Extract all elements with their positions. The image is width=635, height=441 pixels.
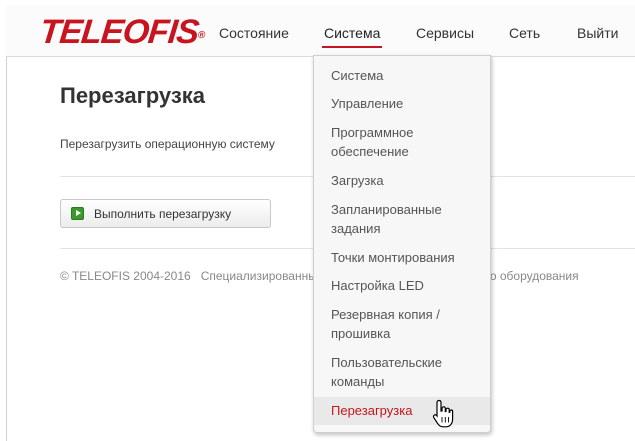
nav-status[interactable]: Состояние bbox=[219, 24, 289, 42]
nav-network[interactable]: Сеть bbox=[509, 24, 540, 42]
reboot-button-label: Выполнить перезагрузку bbox=[94, 206, 232, 221]
menu-item-management[interactable]: Управление bbox=[314, 94, 490, 113]
nav-services[interactable]: Сервисы bbox=[416, 24, 474, 42]
top-header: TELEOFIS® bbox=[6, 5, 635, 57]
menu-item-led-settings[interactable]: Настройка LED bbox=[314, 276, 490, 295]
hand-pointer-icon bbox=[432, 399, 454, 428]
registered-mark: ® bbox=[197, 30, 205, 41]
menu-item-scheduled-tasks[interactable]: Запланированные задания bbox=[314, 200, 490, 238]
menu-item-custom-commands[interactable]: Пользовательские команды bbox=[314, 353, 490, 391]
play-icon bbox=[71, 207, 84, 220]
menu-item-software[interactable]: Программное обеспечение bbox=[314, 123, 490, 161]
menu-item-system[interactable]: Система bbox=[314, 66, 490, 85]
menu-item-reboot[interactable]: Перезагрузка bbox=[314, 397, 490, 425]
footer-copyright: © TELEOFIS 2004-2016 bbox=[60, 269, 191, 283]
menu-item-backup-firmware[interactable]: Резервная копия / прошивка bbox=[314, 305, 490, 343]
reboot-button[interactable]: Выполнить перезагрузку bbox=[60, 199, 271, 228]
page-title: Перезагрузка bbox=[60, 83, 206, 108]
menu-item-mount-points[interactable]: Точки монтирования bbox=[314, 248, 490, 267]
system-dropdown-menu: Система Управление Программное обеспечени… bbox=[313, 55, 491, 433]
menu-item-startup[interactable]: Загрузка bbox=[314, 171, 490, 190]
logo[interactable]: TELEOFIS® bbox=[38, 13, 206, 51]
nav-logout[interactable]: Выйти bbox=[577, 24, 618, 42]
page-description: Перезагрузить операционную систему bbox=[60, 137, 275, 151]
nav-system[interactable]: Система bbox=[321, 24, 383, 48]
